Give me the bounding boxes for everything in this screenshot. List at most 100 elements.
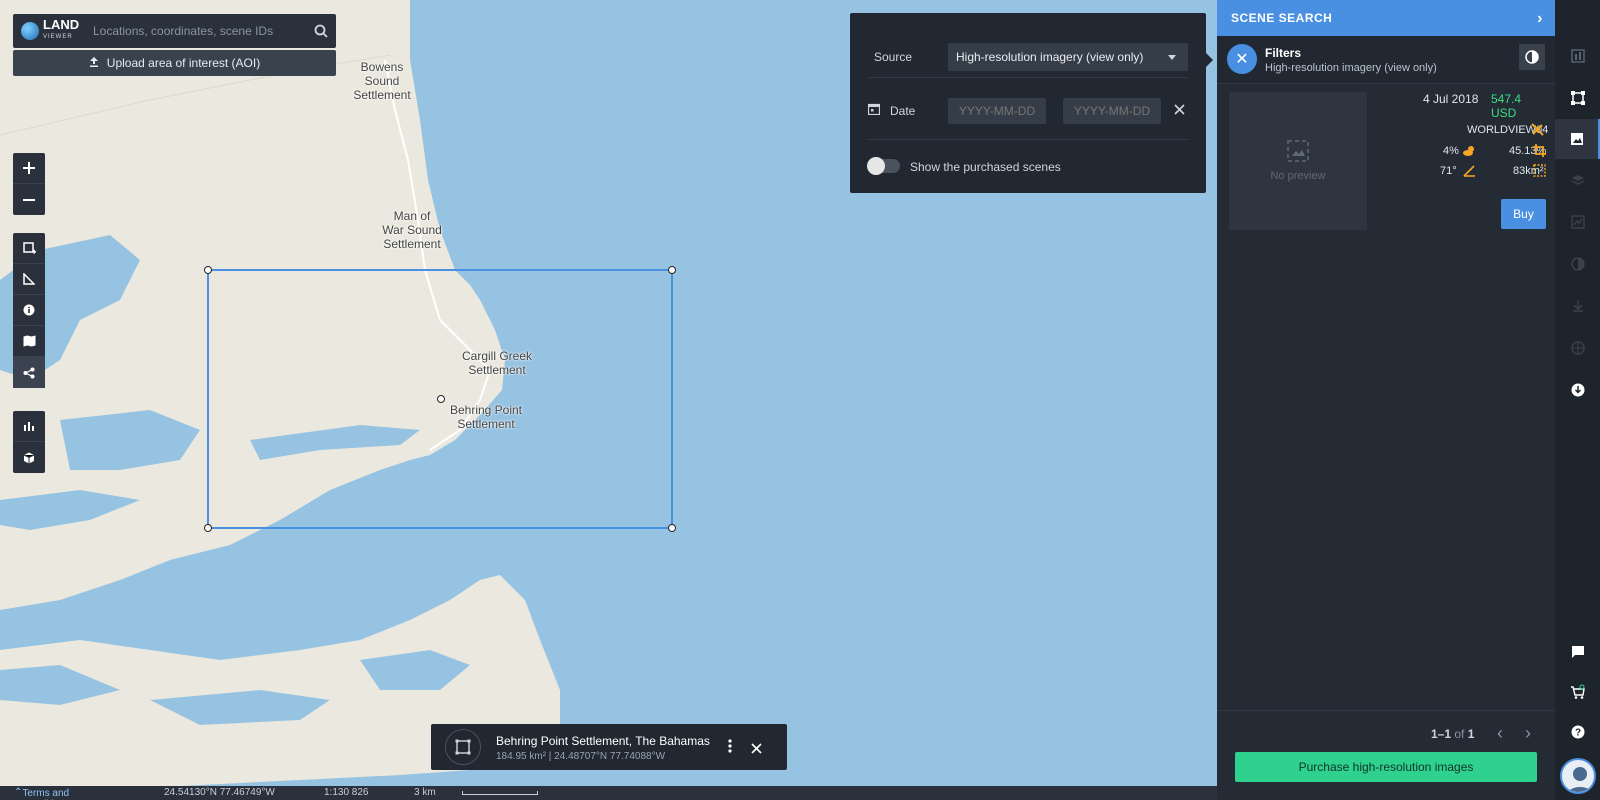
chevron-right-icon[interactable]: › [1525,723,1531,744]
scenes-icon[interactable] [1555,119,1600,159]
logo-main: LAND [43,17,80,32]
aoi-handle-top-left[interactable] [204,266,212,274]
help-icon[interactable]: ? [1555,712,1600,752]
zoom-out-button[interactable] [13,184,45,215]
more-vertical-icon[interactable] [728,739,732,758]
chart-icon[interactable] [13,411,45,442]
place-label-text: Bowens Sound Settlement [353,60,411,102]
right-rail: ? [1555,0,1600,800]
globe-icon [21,22,39,40]
divider [868,77,1188,78]
aoi-details: 184.95 km² | 24.48707°N 77.74088°W [496,751,666,762]
scene-preview: No preview [1229,92,1367,230]
download-circle-icon[interactable] [1555,370,1600,410]
buy-button[interactable]: Buy [1501,199,1546,229]
upload-icon [89,56,99,70]
logo-text: LAND VIEWER [43,17,80,43]
scene-search-panel: SCENE SEARCH › ✕ Filters High-resolution… [1217,0,1555,800]
panel-header: SCENE SEARCH › [1217,0,1555,36]
filters-summary: ✕ Filters High-resolution imagery (view … [1217,36,1555,84]
info-button[interactable] [13,295,45,326]
pager-range: 1–1 [1431,727,1452,741]
angle-icon [1463,164,1476,182]
upload-aoi-button[interactable]: Upload area of interest (AOI) [13,50,336,76]
aoi-rectangle[interactable] [204,266,676,532]
scene-cloud-cover: 4% [1443,145,1459,157]
zoom-in-button[interactable] [13,153,45,184]
compare-icon[interactable] [1555,244,1600,284]
pagination: 1–1 of 1 ‹ › [1217,710,1555,746]
3d-cube-icon[interactable] [13,442,45,473]
aoi-handle-bottom-right[interactable] [668,524,676,532]
aoi-handle-top-right[interactable] [668,266,676,274]
scene-angle: 71° [1440,165,1457,177]
date-from-input[interactable] [948,98,1046,124]
cloud-sun-icon [1463,144,1476,162]
place-label-text: Man of War Sound Settlement [382,209,442,251]
place-label-manofwar: Man of War Sound Settlement [372,209,452,251]
map-view[interactable]: Bowens Sound Settlement Man of War Sound… [0,0,1217,800]
download-icon[interactable] [1555,286,1600,326]
purchased-toggle[interactable] [867,157,900,175]
aoi-handle-bottom-left[interactable] [204,524,212,532]
time-series-icon[interactable] [1555,202,1600,242]
scale-distance: 3 km [414,787,436,798]
pager-text: 1–1 of 1 [1431,727,1474,741]
place-label-bowens: Bowens Sound Settlement [342,60,422,102]
clear-date-icon[interactable] [1174,104,1185,118]
no-preview-text: No preview [1270,170,1326,182]
chat-icon[interactable] [1555,632,1600,672]
aoi-name: Behring Point Settlement, The Bahamas [496,734,710,748]
globe-settings-icon[interactable] [1555,328,1600,368]
map-layers-button[interactable] [13,326,45,357]
purchased-label: Show the purchased scenes [910,160,1061,174]
purchase-label: Purchase high-resolution images [1298,760,1474,774]
layers-icon[interactable] [1555,160,1600,200]
cursor-coordinates: 24.54130°N 77.46749°W [164,787,275,798]
status-bar: ⌃ Terms and Conditions 24.54130°N 77.467… [0,786,1217,800]
caret-down-icon [1168,55,1176,60]
cart-icon[interactable] [1555,672,1600,712]
image-placeholder-icon [1287,140,1309,162]
filter-popover: Source High-resolution imagery (view onl… [850,13,1213,193]
search-icon[interactable] [306,24,336,38]
filters-subtitle: High-resolution imagery (view only) [1265,62,1437,74]
date-label: Date [890,104,916,118]
terms-link[interactable]: ⌃ Terms and Conditions [14,787,70,800]
buy-label: Buy [1513,207,1534,221]
logo-sub: VIEWER [43,34,73,40]
crop-icon [1533,144,1546,162]
map-tools [13,233,45,388]
close-filters-button[interactable]: ✕ [1227,44,1257,74]
aoi-center-handle[interactable] [437,395,445,403]
share-button[interactable] [13,357,45,388]
source-select-value: High-resolution imagery (view only) [956,50,1144,64]
app-logo[interactable]: LAND VIEWER [13,14,93,48]
chevron-right-icon[interactable]: › [1537,10,1543,28]
close-icon[interactable] [751,741,762,759]
filters-title: Filters [1265,46,1302,60]
search-bar: LAND VIEWER [13,14,336,48]
scene-card[interactable]: No preview 4 Jul 2018 547.4 USD WORLDVIE… [1229,92,1548,232]
avatar[interactable] [1560,758,1596,794]
date-to-input[interactable] [1063,98,1161,124]
aoi-tool-icon[interactable] [1555,78,1600,118]
calendar-icon [867,103,881,118]
analytics-tools [13,411,45,473]
aoi-polygon-icon[interactable] [445,729,481,765]
search-input[interactable] [93,24,306,38]
scene-price: 547.4 USD [1491,92,1522,120]
aoi-info-bar: Behring Point Settlement, The Bahamas 18… [431,724,787,770]
measure-button[interactable] [13,264,45,295]
chevron-left-icon[interactable]: ‹ [1497,723,1503,744]
draw-aoi-button[interactable] [13,233,45,264]
area-icon [1533,164,1546,182]
contrast-icon[interactable] [1519,44,1545,70]
divider [868,139,1188,140]
source-select[interactable]: High-resolution imagery (view only) [948,43,1188,71]
svg-text:?: ? [1574,728,1580,739]
band-combinations-icon[interactable] [1555,36,1600,76]
terms-text: Terms and Conditions [22,788,70,800]
purchase-button[interactable]: Purchase high-resolution images [1235,752,1537,782]
zoom-controls [13,153,45,215]
